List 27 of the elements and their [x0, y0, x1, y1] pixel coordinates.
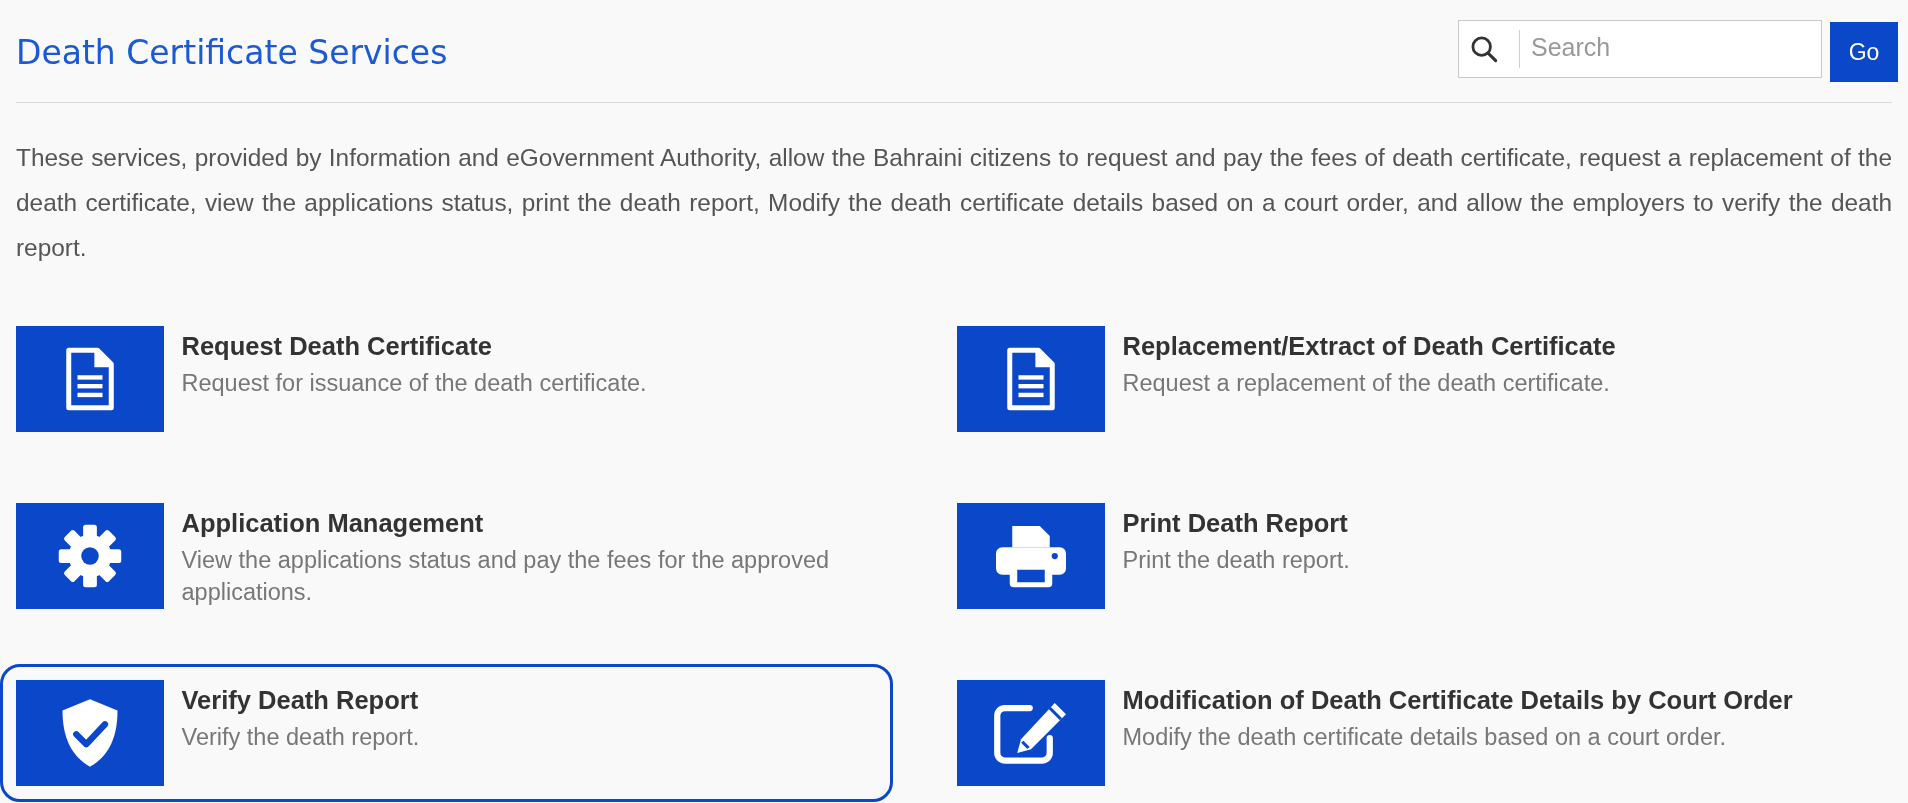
- document-icon: [1005, 346, 1056, 411]
- service-title: Modification of Death Certificate Details by Court Order: [1122, 685, 1793, 715]
- settings-icon: [57, 523, 122, 588]
- service-tile[interactable]: Modification of Death Certificate Details by Court Order Modify the death certificate details based on a court order.: [941, 664, 1834, 802]
- service-tile[interactable]: Print Death Report Print the death report.: [941, 487, 1834, 625]
- service-description: View the applications status and pay the fees for the approved applications.: [181, 545, 831, 607]
- service-description: Print the death report.: [1122, 545, 1350, 575]
- service-description: Request for issuance of the death certificate.: [181, 368, 647, 398]
- search-icon: [1470, 34, 1498, 64]
- service-title: Print Death Report: [1122, 508, 1349, 538]
- service-tile[interactable]: Replacement/Extract of Death Certificate Request a replacement of the death certificate.: [941, 310, 1834, 448]
- description-paragraph: These services, provided by Information and eGovernment Authority, allow the Bahraini citizens to request and pay the fees of death certificate, request a replacement of the death certificate, view the applications status, print the death report, Modify the death certificate details based on a court order, and allow the employers to verify the death report.: [16, 143, 1892, 263]
- service-description: Modify the death certificate details based on a court order.: [1122, 722, 1728, 752]
- service-tile[interactable]: Verify Death Report Verify the death report.: [0, 664, 893, 802]
- service-title: Replacement/Extract of Death Certificate: [1122, 331, 1616, 361]
- service-description: Verify the death report.: [181, 722, 420, 752]
- service-tile[interactable]: Request Death Certificate Request for issuance of the death certificate.: [0, 310, 893, 448]
- page-title: Death Certificate Services: [16, 31, 448, 72]
- service-description: Request a replacement of the death certificate.: [1122, 368, 1611, 398]
- service-title: Application Management: [181, 508, 485, 538]
- service-title: Request Death Certificate: [181, 331, 493, 361]
- service-title: Verify Death Report: [181, 685, 420, 715]
- document-icon: [64, 346, 115, 411]
- go-button[interactable]: Go: [1830, 22, 1898, 82]
- shield-check-icon: [59, 696, 120, 769]
- search-field[interactable]: Search: [1458, 20, 1822, 78]
- service-tile[interactable]: Application Management View the applications status and pay the fees for the approved applications.: [0, 487, 893, 625]
